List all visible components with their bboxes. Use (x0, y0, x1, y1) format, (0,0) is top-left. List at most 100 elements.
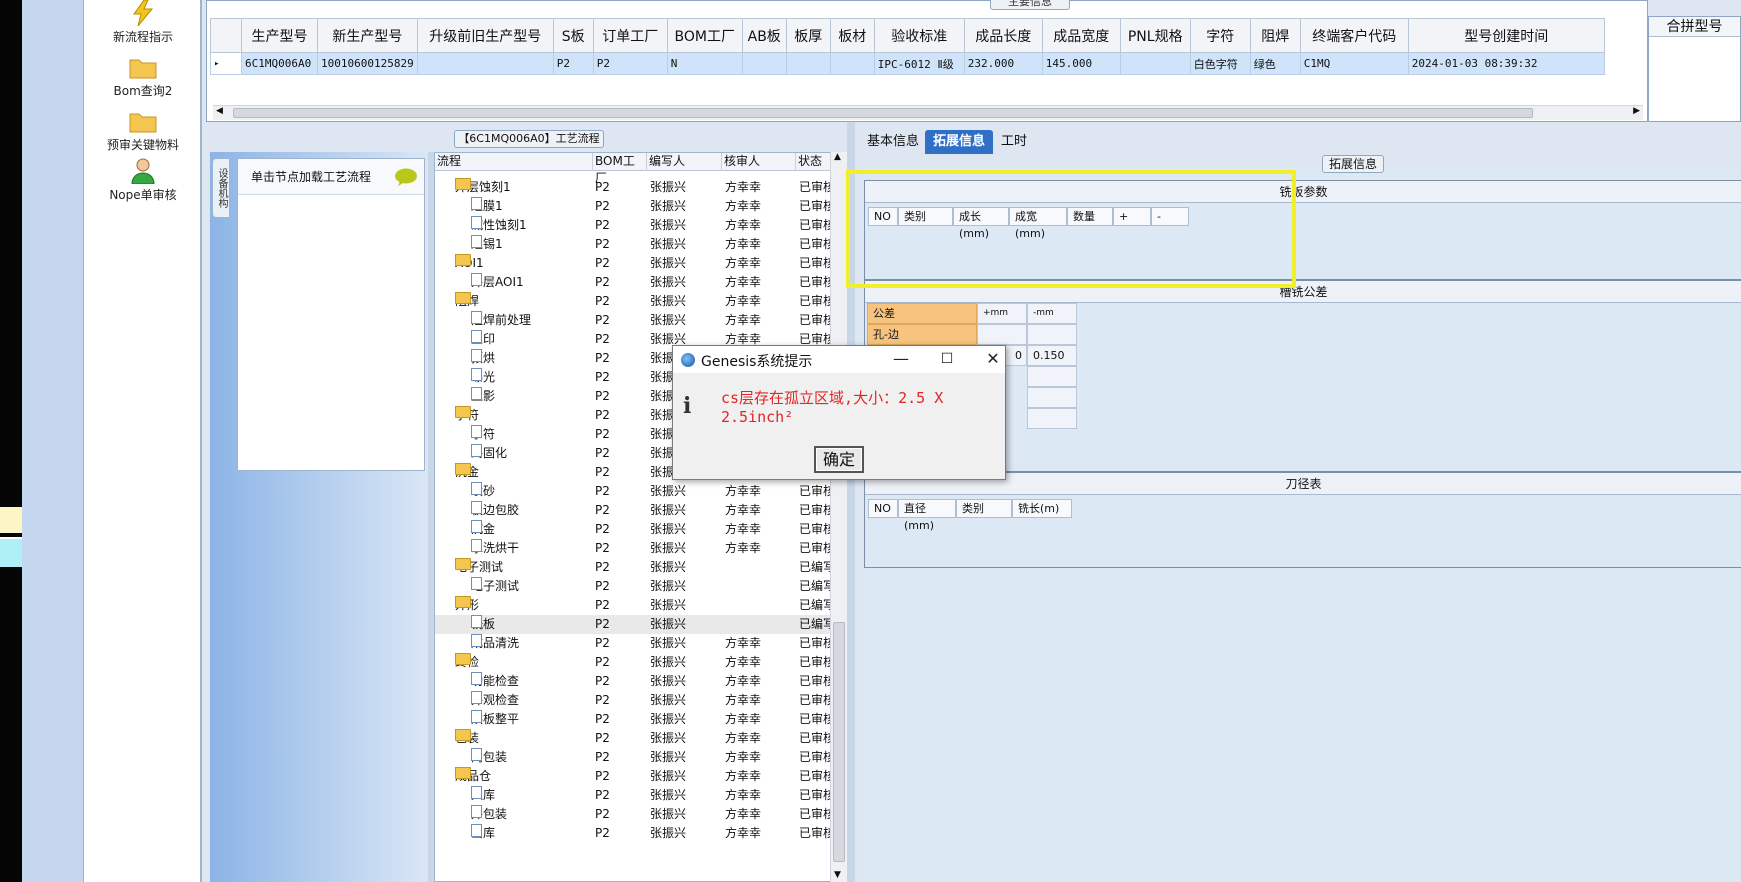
tree-col-bom[interactable]: BOM工厂 (593, 153, 647, 185)
column-header[interactable]: AB板 (741, 18, 787, 53)
table-cell[interactable]: 2024-01-03 08:39:32 (1407, 52, 1605, 75)
tab-work-hours[interactable]: 工时 (993, 130, 1035, 154)
ok-button[interactable]: 确定 (814, 446, 864, 473)
vertical-scrollbar[interactable]: ▲ ▼ (830, 152, 847, 882)
tree-row[interactable]: 阻焊前处理 P2 张振兴 方幸幸 已审核 (435, 311, 835, 330)
tree-row[interactable]: 退锡1 P2 张振兴 方幸幸 已审核 (435, 235, 835, 254)
tree-row[interactable]: 外层AOI1 P2 张振兴 方幸幸 已审核 (435, 273, 835, 292)
tool-col-type[interactable]: 类别 (956, 499, 1012, 518)
scroll-left-icon[interactable]: ◀ (216, 106, 223, 116)
tree-row[interactable]: 烘板整平 P2 张振兴 方幸幸 已审核 (435, 710, 835, 729)
column-header[interactable]: 成品长度 (963, 18, 1043, 53)
scrollbar-thumb[interactable] (233, 108, 1533, 118)
vertical-tab[interactable]: 设备机构 (212, 158, 230, 218)
tolerance-cell[interactable] (1027, 366, 1077, 387)
tree-col-flow[interactable]: 流程 (435, 153, 593, 171)
tree-node[interactable]: 内包装 (471, 748, 507, 767)
tree-row[interactable]: 水洗烘干 P2 张振兴 方幸幸 已审核 (435, 539, 835, 558)
tree-node[interactable]: 显影 (471, 387, 495, 406)
column-header[interactable]: 型号创建时间 (1407, 18, 1605, 53)
tree-node[interactable]: −阻焊 (455, 292, 479, 311)
tree-row[interactable]: 板边包胶 P2 张振兴 方幸幸 已审核 (435, 501, 835, 520)
column-header[interactable]: 阻焊 (1249, 18, 1301, 53)
tree-node[interactable]: 水洗烘干 (471, 539, 519, 558)
table-cell[interactable] (785, 52, 831, 75)
tree-node[interactable]: −外形 (455, 596, 479, 615)
sidebar-item-new-process[interactable]: 新流程指示 (84, 0, 202, 45)
tree-row[interactable]: 外包装 P2 张振兴 方幸幸 已审核 (435, 805, 835, 824)
maximize-button[interactable]: ☐ (932, 349, 962, 371)
tree-row[interactable]: −包装P2张振兴方幸幸已审核 (435, 729, 835, 748)
tree-node[interactable]: −电子测试 (455, 558, 503, 577)
table-cell[interactable]: 绿色 (1249, 52, 1301, 75)
tree-row[interactable]: −阻焊P2张振兴方幸幸已审核 (435, 292, 835, 311)
column-header[interactable]: 字符 (1189, 18, 1251, 53)
tree-row[interactable]: 喷砂 P2 张振兴 方幸幸 已审核 (435, 482, 835, 501)
tree-row[interactable]: 内包装 P2 张振兴 方幸幸 已审核 (435, 748, 835, 767)
tolerance-cell[interactable] (1027, 324, 1077, 345)
tree-node[interactable]: 成品清洗 (471, 634, 519, 653)
dialog-titlebar[interactable]: Genesis系统提示 — ☐ ✕ (673, 346, 1005, 373)
table-cell[interactable]: 6C1MQ006A0 (241, 52, 318, 75)
tree-row[interactable]: 退膜1 P2 张振兴 方幸幸 已审核 (435, 197, 835, 216)
column-header[interactable]: 板厚 (785, 18, 831, 53)
tree-node[interactable]: −外层蚀刻1 (455, 178, 511, 197)
table-cell[interactable]: P2 (592, 52, 668, 75)
tree-node[interactable]: −沉金 (455, 463, 479, 482)
tree-node[interactable]: −成品仓 (455, 767, 491, 786)
tree-row[interactable]: 入库 P2 张振兴 方幸幸 已审核 (435, 786, 835, 805)
tree-node[interactable]: 碱性蚀刻1 (471, 216, 527, 235)
table-cell[interactable]: IPC-6012 Ⅱ级 (873, 52, 965, 75)
column-header[interactable]: 终端客户代码 (1299, 18, 1409, 53)
sidebar-item-bom-query[interactable]: Bom查询2 (84, 54, 202, 99)
table-cell[interactable] (829, 52, 875, 75)
column-header[interactable]: PNL规格 (1119, 18, 1191, 53)
tree-node[interactable]: −字符 (455, 406, 479, 425)
tree-node[interactable]: 外观检查 (471, 691, 519, 710)
tree-row[interactable]: −成品仓P2张振兴方幸幸已审核 (435, 767, 835, 786)
table-cell[interactable] (416, 52, 554, 75)
sidebar-item-prereview[interactable]: 预审关键物料 (84, 108, 202, 153)
row-indicator[interactable]: ▸ (210, 52, 242, 75)
column-header[interactable]: 生产型号 (241, 18, 318, 53)
table-cell[interactable]: 145.000 (1041, 52, 1121, 75)
tree-node[interactable]: 入库 (471, 786, 495, 805)
column-header[interactable]: 成品宽度 (1041, 18, 1121, 53)
horizontal-scrollbar[interactable]: ◀ ▶ (213, 105, 1643, 120)
tree-node[interactable]: 终固化 (471, 444, 507, 463)
sidebar-item-nope-review[interactable]: Nope单审核 (84, 158, 202, 203)
column-header[interactable]: S板 (552, 18, 594, 53)
tree-col-writer[interactable]: 编写人 (647, 153, 722, 171)
tree-node[interactable]: 阻焊前处理 (471, 311, 531, 330)
column-header[interactable]: 验收标准 (873, 18, 965, 53)
tool-col-no[interactable]: NO (868, 499, 898, 518)
tree-row[interactable]: 外观检查 P2 张振兴 方幸幸 已审核 (435, 691, 835, 710)
table-cell[interactable] (741, 52, 787, 75)
speech-bubble-icon[interactable] (394, 168, 418, 186)
tree-node[interactable]: −终检 (455, 653, 479, 672)
close-button[interactable]: ✕ (978, 349, 1008, 371)
tree-node[interactable]: 退锡1 (471, 235, 503, 254)
tree-node[interactable]: 曝光 (471, 368, 495, 387)
tool-col-diameter[interactable]: 直径(mm) (898, 499, 956, 532)
tree-row[interactable]: −终检P2张振兴方幸幸已审核 (435, 653, 835, 672)
tree-node[interactable]: 退膜1 (471, 197, 503, 216)
tree-row[interactable]: 电子测试 P2 张振兴 已编写 (435, 577, 835, 596)
tree-node[interactable]: 喷砂 (471, 482, 495, 501)
tree-node[interactable]: 外包装 (471, 805, 507, 824)
tree-row[interactable]: −外层蚀刻1P2张振兴方幸幸已审核 (435, 178, 835, 197)
scroll-down-icon[interactable]: ▼ (834, 870, 841, 880)
tree-node[interactable]: 板边包胶 (471, 501, 519, 520)
tree-node[interactable]: 铣板 (471, 615, 495, 634)
tree-node[interactable]: 功能检查 (471, 672, 519, 691)
tab-basic-info[interactable]: 基本信息 (859, 130, 927, 154)
table-cell[interactable]: 白色字符 (1189, 52, 1251, 75)
tree-node[interactable]: −AOI1 (455, 254, 484, 273)
tree-node[interactable]: 丝印 (471, 330, 495, 349)
table-cell[interactable] (1119, 52, 1191, 75)
table-cell[interactable]: P2 (552, 52, 594, 75)
tree-row[interactable]: 沉金 P2 张振兴 方幸幸 已审核 (435, 520, 835, 539)
tab-extended-info[interactable]: 拓展信息 (925, 130, 994, 154)
table-cell[interactable]: 232.000 (963, 52, 1043, 75)
minimize-button[interactable]: — (886, 349, 916, 371)
